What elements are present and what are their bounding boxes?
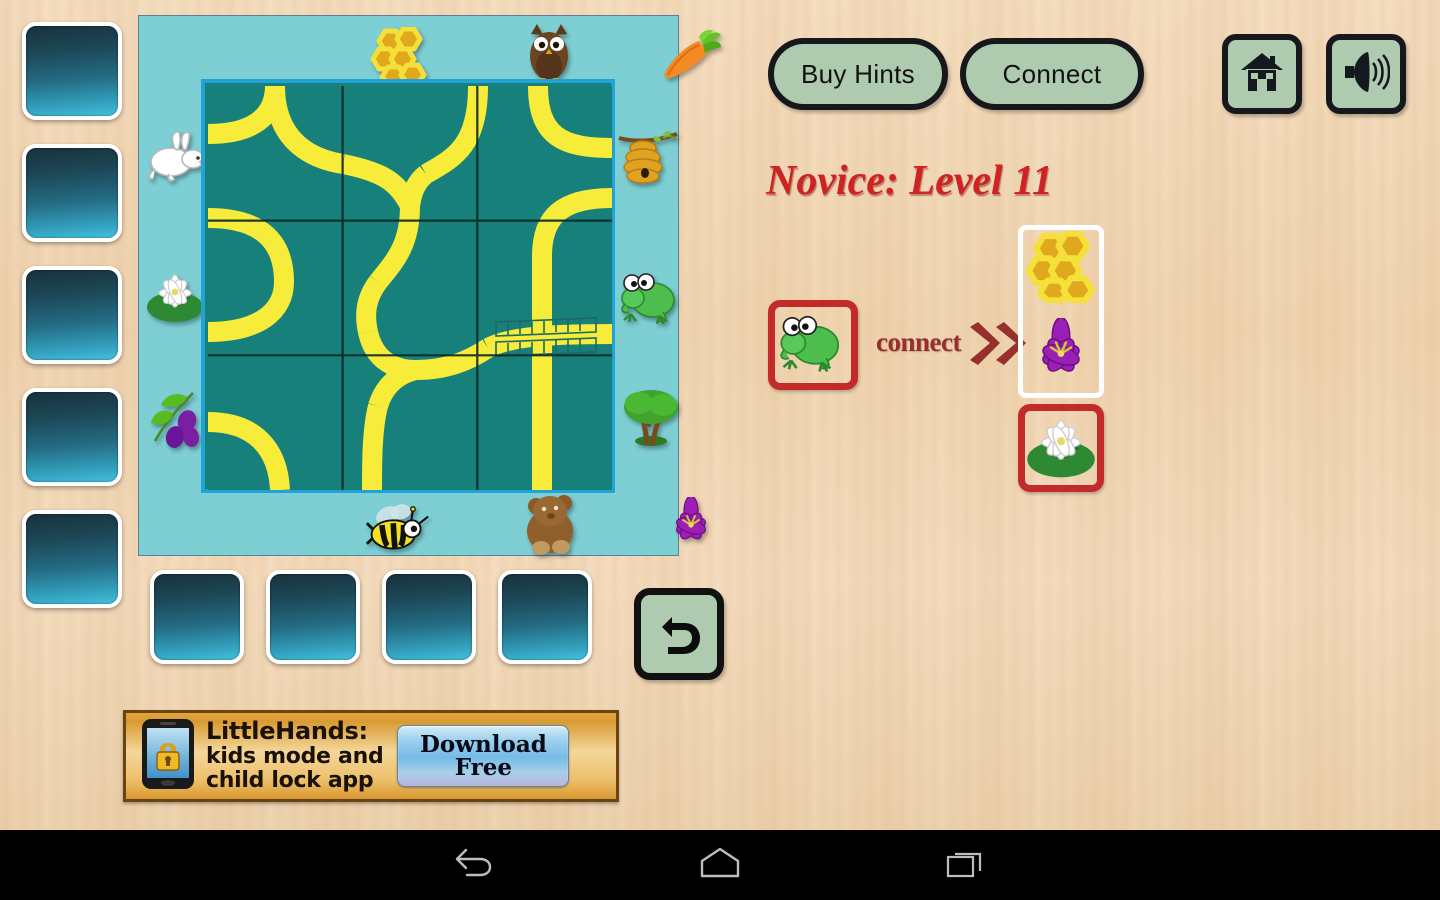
sound-button[interactable] <box>1326 34 1406 114</box>
berries-icon <box>143 386 207 450</box>
ad-download-button[interactable]: Download Free <box>397 725 570 787</box>
rail-tile-1[interactable] <box>22 22 122 120</box>
page-title: Novice: Level 11 <box>766 158 1053 204</box>
ad-cta-line1: Download <box>419 730 547 758</box>
bear-icon <box>521 492 585 556</box>
goal-target-purple-flower[interactable] <box>1018 314 1104 400</box>
honeycomb-icon <box>1022 229 1100 308</box>
connect-label: connect <box>876 327 961 357</box>
recents-icon <box>945 846 985 885</box>
nav-back-button[interactable] <box>415 830 535 900</box>
grid-paths <box>208 86 612 490</box>
rail-tile-5[interactable] <box>22 510 122 608</box>
goal-target-list <box>1018 225 1104 398</box>
goal-target-honeycomb[interactable] <box>1018 226 1104 312</box>
tray-tile-1[interactable] <box>150 570 244 664</box>
ad-line2: kids mode and <box>206 744 384 770</box>
carrot-icon <box>659 24 723 88</box>
buy-hints-button[interactable]: Buy Hints <box>768 38 948 110</box>
frog-icon <box>619 266 683 330</box>
speaker-icon <box>1342 50 1391 99</box>
tray-tile-4[interactable] <box>498 570 592 664</box>
ad-brand: LittleHands: <box>206 717 368 746</box>
purple-flower-icon <box>659 494 723 558</box>
tray-tile-2[interactable] <box>266 570 360 664</box>
rabbit-icon <box>144 124 208 188</box>
tile-tray <box>150 570 614 664</box>
water-lily-icon <box>1022 411 1100 486</box>
owl-icon <box>517 21 581 85</box>
puzzle-grid[interactable] <box>201 79 615 493</box>
android-nav-bar <box>0 830 1440 900</box>
ad-cta-line2: Free <box>454 754 513 781</box>
nav-recents-button[interactable] <box>905 830 1025 900</box>
ad-text: LittleHands: kids mode and child lock ap… <box>206 717 384 793</box>
undo-button[interactable] <box>634 588 724 680</box>
ad-line3: child lock app <box>206 767 374 793</box>
rail-tile-3[interactable] <box>22 266 122 364</box>
phone-lock-icon <box>140 717 196 796</box>
tile-rail <box>22 22 122 632</box>
nav-home-button[interactable] <box>660 830 780 900</box>
water-lily-icon <box>143 264 207 328</box>
ad-banner[interactable]: LittleHands: kids mode and child lock ap… <box>123 710 619 802</box>
rail-tile-2[interactable] <box>22 144 122 242</box>
home-outline-icon <box>698 846 742 885</box>
rail-tile-4[interactable] <box>22 388 122 486</box>
frog-icon <box>778 312 848 379</box>
connect-button[interactable]: Connect <box>960 38 1144 110</box>
beehive-icon <box>617 126 681 190</box>
goal-target-water-lily[interactable] <box>1018 404 1104 492</box>
buy-hints-label: Buy Hints <box>801 58 915 89</box>
home-button[interactable] <box>1222 34 1302 114</box>
connect-button-label: Connect <box>1002 58 1102 89</box>
goal-source-frog[interactable] <box>768 300 858 390</box>
game-screen: Buy Hints Connect Novice: Level 11 conne… <box>0 0 1440 830</box>
bee-icon <box>365 494 429 558</box>
tree-icon <box>619 386 683 450</box>
purple-flower-icon <box>1021 316 1101 397</box>
home-icon <box>1239 50 1285 99</box>
undo-arrow-icon <box>654 607 704 662</box>
game-board[interactable] <box>138 15 721 558</box>
back-arrow-icon <box>454 846 496 885</box>
tray-tile-3[interactable] <box>382 570 476 664</box>
